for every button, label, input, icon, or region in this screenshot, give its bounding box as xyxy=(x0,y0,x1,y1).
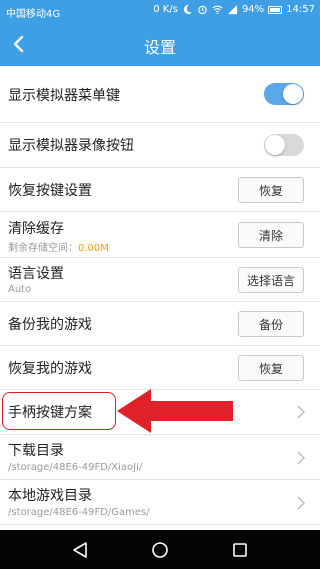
toggle-knob xyxy=(265,135,285,155)
menu-key-toggle[interactable] xyxy=(264,83,304,105)
clear-cache-button[interactable]: 清除 xyxy=(238,222,304,248)
setting-row-local-games-dir[interactable]: 本地游戏目录 /storage/48E6-49FD/Games/ xyxy=(0,480,320,525)
circle-home-icon xyxy=(152,541,168,558)
network-speed: 0 K/s xyxy=(153,4,178,15)
setting-row-restore-games: 恢复我的游戏 恢复 xyxy=(0,346,320,390)
nav-recents-button[interactable] xyxy=(228,538,252,562)
setting-label: 恢复按键设置 xyxy=(8,183,92,199)
battery-icon xyxy=(268,5,283,14)
red-arrow-icon xyxy=(117,389,233,433)
highlight-box xyxy=(2,392,116,430)
backup-games-button[interactable]: 备份 xyxy=(238,311,304,337)
setting-row-clear-cache: 清除缓存 剩余存储空间：0.00M 清除 xyxy=(0,212,320,258)
setting-label: 恢复我的游戏 xyxy=(8,361,92,377)
setting-label: 语言设置 xyxy=(8,266,64,282)
battery-percent: 94% xyxy=(241,4,265,15)
triangle-back-icon xyxy=(73,541,87,558)
setting-row-restore-keys: 恢复按键设置 恢复 xyxy=(0,168,320,212)
local-games-dir-path: /storage/48E6-49FD/Games/ xyxy=(8,507,150,518)
wifi-icon xyxy=(212,5,223,14)
nav-home-button[interactable] xyxy=(148,538,172,562)
setting-label: 显示模拟器菜单键 xyxy=(8,88,120,104)
setting-row-backup-games: 备份我的游戏 备份 xyxy=(0,302,320,346)
storage-info: 剩余存储空间：0.00M xyxy=(8,239,109,254)
storage-info-value: 0.00M xyxy=(78,243,109,254)
chevron-right-icon xyxy=(297,405,306,419)
status-bar: 中国移动4G 0 K/s 94% 14:57 xyxy=(0,0,320,22)
signal-icon xyxy=(227,4,238,15)
download-dir-path: /storage/48E6-49FD/XiaoJi/ xyxy=(8,462,143,473)
chevron-right-icon xyxy=(297,496,306,510)
moon-icon xyxy=(183,4,193,15)
toggle-knob xyxy=(283,84,303,104)
restore-keys-button[interactable]: 恢复 xyxy=(238,177,304,203)
alarm-icon xyxy=(198,5,207,15)
square-recents-icon xyxy=(233,542,247,557)
setting-row-record-button: 显示模拟器录像按钮 xyxy=(0,123,320,168)
setting-label: 本地游戏目录 xyxy=(8,488,92,504)
nav-back-button[interactable] xyxy=(68,538,92,562)
storage-info-label: 剩余存储空间： xyxy=(8,243,78,254)
page-title: 设置 xyxy=(143,38,176,57)
setting-row-menu-key: 显示模拟器菜单键 xyxy=(0,66,320,123)
chevron-right-icon xyxy=(297,451,306,465)
setting-label: 显示模拟器录像按钮 xyxy=(8,138,134,154)
setting-row-language: 语言设置 Auto 选择语言 xyxy=(0,258,320,302)
language-value: Auto xyxy=(8,284,32,295)
status-icons: 0 K/s 94% 14:57 xyxy=(153,4,315,15)
select-language-button[interactable]: 选择语言 xyxy=(238,267,304,293)
record-button-toggle[interactable] xyxy=(264,134,304,156)
setting-label: 清除缓存 xyxy=(8,221,64,237)
restore-games-button[interactable]: 恢复 xyxy=(238,355,304,381)
settings-list: 显示模拟器菜单键 显示模拟器录像按钮 恢复按键设置 恢复 清除缓存 剩余存储空间… xyxy=(0,66,320,525)
navigation-bar xyxy=(0,530,320,569)
title-bar: 设置 xyxy=(0,22,320,66)
carrier-label: 中国移动4G xyxy=(6,9,61,20)
setting-row-download-dir[interactable]: 下载目录 /storage/48E6-49FD/XiaoJi/ xyxy=(0,435,320,480)
setting-label: 备份我的游戏 xyxy=(8,317,92,333)
setting-label: 下载目录 xyxy=(8,443,64,459)
clock: 14:57 xyxy=(286,4,315,15)
